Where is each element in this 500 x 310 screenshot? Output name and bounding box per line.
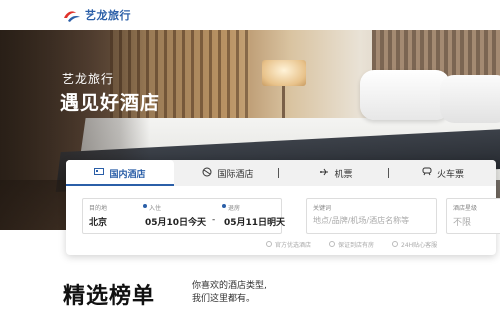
badge-item: 24H贴心客服 (392, 238, 437, 250)
tab-divider (388, 168, 389, 178)
section-desc-line: 我们这里都有。 (192, 294, 256, 304)
check-icon (266, 241, 272, 247)
keyword-placeholder: 地点/品牌/机场/酒店名称等 (313, 216, 410, 225)
section-desc-line: 你喜欢的酒店类型, (192, 281, 267, 291)
badge-item: 官方优选酒店 (266, 238, 311, 250)
checkout-label: 退房 (228, 205, 241, 212)
badge-text: 保证到店有房 (338, 241, 375, 249)
search-tabs: 国内酒店 国际酒店 机票 火车票 (66, 160, 496, 186)
tab-train-tickets[interactable]: 火车票 (390, 160, 496, 186)
service-badges: 官方优选酒店 保证到店有房 24H贴心客服 (266, 238, 437, 250)
tab-divider (278, 168, 279, 178)
checkout-value[interactable]: 05月11日明天 (224, 215, 285, 228)
hotel-icon (94, 167, 105, 179)
plane-icon (319, 167, 329, 180)
section-description: 你喜欢的酒店类型, 我们这里都有。 (192, 280, 312, 306)
tab-international-hotel[interactable]: 国际酒店 (174, 160, 282, 186)
keyword-label: 关键词 (313, 205, 332, 212)
brand-logo[interactable]: 艺龙旅行 (63, 6, 131, 24)
tab-label: 火车票 (436, 169, 464, 180)
tab-label: 机票 (334, 169, 353, 180)
globe-icon (202, 167, 212, 180)
hero-slogan: 遇见好酒店 (60, 92, 161, 114)
hero-brand: 艺龙旅行 (62, 72, 115, 86)
tab-label: 国内酒店 (109, 169, 146, 180)
top-bar: 艺龙旅行 (0, 0, 500, 30)
search-panel: 国内酒店 国际酒店 机票 火车票 目的地 北京 入住 05月10日今天 - 退房… (66, 160, 500, 255)
checkout-dot-icon (222, 204, 226, 208)
checkin-label: 入住 (149, 205, 162, 212)
train-icon (422, 167, 432, 179)
badge-item: 保证到店有房 (329, 238, 374, 250)
section-title: 精选榜单 (63, 284, 156, 309)
checkin-dot-icon (143, 204, 147, 208)
destination-value[interactable]: 北京 (89, 215, 107, 228)
keyword-field[interactable]: 关键词 地点/品牌/机场/酒店名称等 (306, 198, 437, 234)
star-value: 不限 (453, 218, 472, 228)
destination-label: 目的地 (89, 205, 108, 212)
tab-label: 国际酒店 (217, 169, 254, 180)
brand-name: 艺龙旅行 (85, 9, 131, 22)
elong-logo-icon (63, 8, 81, 22)
star-label: 酒店星级 (453, 205, 478, 212)
date-destination-field[interactable]: 目的地 北京 入住 05月10日今天 - 退房 05月11日明天 (82, 198, 285, 234)
star-rating-select[interactable]: 酒店星级 不限 (446, 198, 500, 234)
headset-icon (392, 241, 399, 247)
tab-flights[interactable]: 机票 (282, 160, 390, 186)
pillow (440, 75, 500, 123)
badge-text: 官方优选酒店 (275, 241, 312, 249)
date-separator: - (212, 215, 216, 225)
badge-text: 24H贴心客服 (401, 241, 438, 249)
lamp-shade (262, 60, 306, 86)
shield-icon (329, 241, 336, 247)
checkin-value[interactable]: 05月10日今天 (145, 215, 206, 228)
tab-domestic-hotel[interactable]: 国内酒店 (66, 160, 174, 186)
pillow (360, 70, 450, 120)
